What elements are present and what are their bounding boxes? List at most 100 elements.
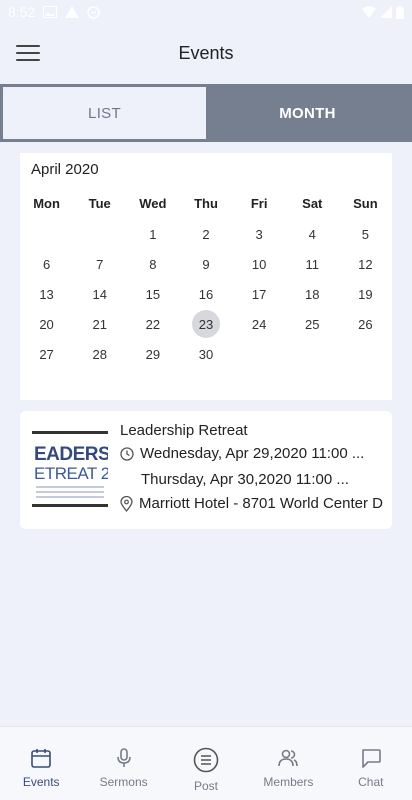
- calendar-month-label: April 2020: [31, 161, 99, 178]
- calendar-day-number: 28: [92, 346, 107, 362]
- calendar-day[interactable]: 24: [233, 309, 286, 339]
- nav-sermons[interactable]: Sermons: [82, 727, 164, 800]
- calendar-day[interactable]: 27: [20, 339, 73, 369]
- calendar-day[interactable]: 7: [73, 249, 126, 279]
- calendar-day[interactable]: 21: [73, 309, 126, 339]
- calendar-day[interactable]: 23: [179, 309, 232, 339]
- event-start-row: Wednesday, Apr 29,2020 11:00 ...: [120, 445, 364, 462]
- calendar-day[interactable]: 14: [73, 279, 126, 309]
- calendar-day-number: 23: [198, 316, 214, 332]
- nav-events[interactable]: Events: [0, 727, 82, 800]
- event-location: Marriott Hotel - 8701 World Center D: [139, 495, 383, 512]
- app-bar: Events: [0, 24, 412, 82]
- calendar-day-number: 11: [305, 256, 320, 272]
- calendar-day[interactable]: 10: [233, 249, 286, 279]
- event-thumbnail: EADERSH ETREAT 20: [32, 431, 108, 507]
- calendar-day-number: 22: [145, 316, 161, 332]
- calendar-empty-cell: [73, 219, 126, 249]
- calendar-day-number: 15: [145, 286, 161, 302]
- calendar-icon: [31, 749, 52, 768]
- calendar-day-number: 21: [92, 316, 107, 332]
- calendar-day[interactable]: 5: [339, 219, 392, 249]
- weekday-header: Sun: [353, 195, 378, 211]
- bottom-navigation: Events Sermons Post Members Chat: [0, 726, 412, 800]
- chat-icon: [362, 749, 381, 768]
- nav-members-label: Members: [263, 775, 314, 789]
- calendar-day[interactable]: 9: [179, 249, 232, 279]
- event-location-row: Marriott Hotel - 8701 World Center D: [120, 495, 383, 512]
- nav-events-label: Events: [22, 775, 60, 789]
- calendar-day-number: 16: [198, 286, 214, 302]
- microphone-icon: [116, 748, 131, 767]
- calendar-day[interactable]: 17: [233, 279, 286, 309]
- calendar-day-number: 12: [358, 256, 373, 272]
- calendar-day[interactable]: 22: [126, 309, 179, 339]
- calendar-day-number: 9: [202, 256, 210, 272]
- calendar-day[interactable]: 20: [20, 309, 73, 339]
- event-end: Thursday, Apr 30,2020 11:00 ...: [141, 471, 349, 488]
- calendar-day-number: 7: [96, 256, 104, 272]
- calendar-day[interactable]: 28: [73, 339, 126, 369]
- calendar-day[interactable]: 1: [126, 219, 179, 249]
- calendar-empty-cell: [233, 339, 286, 369]
- calendar-day-number: 13: [39, 286, 54, 302]
- weekday-header: Fri: [250, 195, 268, 211]
- location-pin-icon: [120, 495, 133, 512]
- weekday-header: Mon: [33, 195, 60, 211]
- calendar-day-number: 8: [149, 256, 157, 272]
- calendar-day[interactable]: 26: [339, 309, 392, 339]
- calendar-day-number: 4: [308, 226, 316, 242]
- calendar-day-number: 19: [358, 286, 373, 302]
- calendar-day-number: 14: [92, 286, 107, 302]
- calendar-day[interactable]: 30: [179, 339, 232, 369]
- calendar-day[interactable]: 29: [126, 339, 179, 369]
- event-start: Wednesday, Apr 29,2020 11:00 ...: [140, 445, 365, 462]
- tab-month[interactable]: MONTH: [206, 87, 409, 139]
- calendar-day[interactable]: 25: [286, 309, 339, 339]
- calendar-day[interactable]: 12: [339, 249, 392, 279]
- calendar-day[interactable]: 19: [339, 279, 392, 309]
- calendar-day-number: 5: [361, 226, 370, 242]
- calendar-day[interactable]: 2: [179, 219, 232, 249]
- calendar-day[interactable]: 8: [126, 249, 179, 279]
- page-title: Events: [178, 42, 234, 63]
- menu-icon[interactable]: [16, 42, 40, 64]
- nav-post[interactable]: Post: [165, 727, 247, 800]
- calendar-day-number: 10: [251, 256, 267, 272]
- nav-post-label: Post: [194, 779, 219, 793]
- calendar-day-number: 17: [251, 286, 267, 302]
- calendar-day[interactable]: 13: [20, 279, 73, 309]
- calendar-day[interactable]: 4: [286, 219, 339, 249]
- calendar-day-number: 2: [202, 226, 210, 242]
- tab-list[interactable]: LIST: [3, 87, 206, 139]
- nav-members[interactable]: Members: [247, 727, 329, 800]
- calendar-day[interactable]: 15: [126, 279, 179, 309]
- event-end-row: Thursday, Apr 30,2020 11:00 ...: [141, 471, 349, 488]
- calendar-day-number: 3: [255, 226, 263, 242]
- calendar-day[interactable]: 3: [233, 219, 286, 249]
- event-title: Leadership Retreat: [120, 422, 248, 439]
- weekday-header: Tue: [88, 195, 111, 211]
- event-card[interactable]: EADERSH ETREAT 20 Leadership Retreat Wed…: [20, 411, 392, 529]
- weekday-header: Thu: [194, 195, 218, 211]
- warning-icon: [65, 6, 80, 18]
- members-icon: [278, 749, 299, 767]
- calendar-day-number: 27: [39, 346, 54, 362]
- calendar-day-number: 29: [145, 346, 161, 362]
- status-bar: 8:52: [0, 0, 412, 24]
- calendar-day-number: 1: [149, 226, 157, 242]
- calendar-day[interactable]: 16: [179, 279, 232, 309]
- calendar-day-number: 18: [305, 286, 320, 302]
- calendar-day[interactable]: 18: [286, 279, 339, 309]
- nav-chat[interactable]: Chat: [330, 727, 412, 800]
- calendar-empty-cell: [286, 339, 339, 369]
- calendar-day[interactable]: 11: [286, 249, 339, 279]
- clock-icon: [120, 446, 134, 461]
- nav-chat-label: Chat: [358, 775, 384, 789]
- calendar-day-number: 25: [305, 316, 320, 332]
- calendar-empty-cell: [339, 339, 392, 369]
- calendar-day-number: 30: [198, 346, 214, 362]
- weekday-header: Wed: [139, 195, 167, 211]
- calendar-day-number: 26: [358, 316, 373, 332]
- calendar-day[interactable]: 6: [20, 249, 73, 279]
